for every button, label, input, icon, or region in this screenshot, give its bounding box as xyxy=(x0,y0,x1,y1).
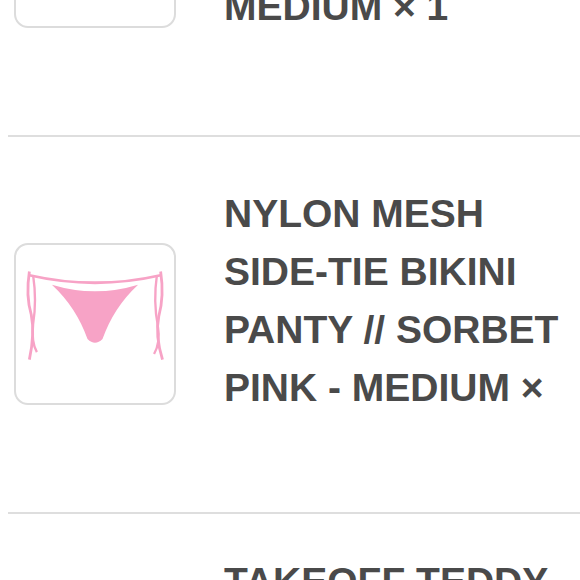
title-line: SIDE-TIE BIKINI xyxy=(224,243,558,301)
cart-item[interactable]: MEDIUM × 1 xyxy=(8,0,580,137)
cart-item[interactable]: TAKEOFF TEDDY xyxy=(8,514,580,580)
title-line: PINK - MEDIUM × xyxy=(224,359,558,417)
cart-item[interactable]: NYLON MESHSIDE-TIE BIKINIPANTY // SORBET… xyxy=(8,137,580,514)
product-title: TAKEOFF TEDDY xyxy=(224,553,548,580)
product-thumbnail[interactable] xyxy=(14,0,176,28)
title-line: MEDIUM × 1 xyxy=(224,0,448,36)
bikini-icon xyxy=(20,0,170,22)
title-line: PANTY // SORBET xyxy=(224,301,558,359)
product-title: NYLON MESHSIDE-TIE BIKINIPANTY // SORBET… xyxy=(224,185,558,417)
product-thumbnail[interactable] xyxy=(14,243,176,405)
cart-list: MEDIUM × 1 NYLON MESHSIDE-TIE BIKINIPANTY… xyxy=(8,0,580,580)
title-line: NYLON MESH xyxy=(224,185,558,243)
title-line: TAKEOFF TEDDY xyxy=(224,553,548,580)
product-title: MEDIUM × 1 xyxy=(224,0,448,36)
bikini-icon xyxy=(20,249,170,399)
